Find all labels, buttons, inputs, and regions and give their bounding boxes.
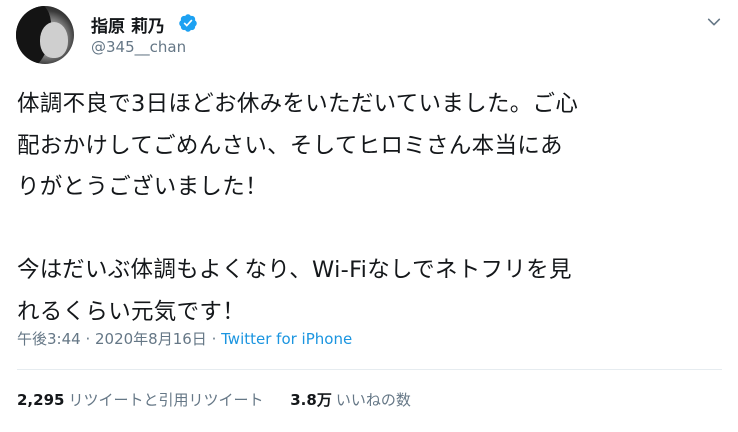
tweet-line: 今はだいぶ体調もよくなり、Wi-Fiなしでネトフリを見 xyxy=(17,257,572,283)
meta-separator: · xyxy=(80,330,95,348)
verified-badge-icon xyxy=(179,14,197,32)
tweet-time[interactable]: 午後3:44 xyxy=(17,330,81,348)
retweets-stat[interactable]: 2,295 リツイートと引用リツイート xyxy=(17,389,263,410)
tweet-paragraph-2: 今はだいぶ体調もよくなり、Wi-Fiなしでネトフリを見 れるくらい元気です！ xyxy=(17,250,729,333)
tweet-line: 配おかけしてごめんさい、そしてヒロミさん本当にあ xyxy=(17,132,563,159)
likes-stat[interactable]: 3.8万 いいねの数 xyxy=(290,389,411,410)
tweet-line: りがとうございました！ xyxy=(17,174,268,200)
tweet-text: 体調不良で3日ほどお休みをいただいていました。ご心 配おかけしてごめんさい、そし… xyxy=(17,84,729,333)
tweet-date[interactable]: 2020年8月16日 xyxy=(95,330,207,348)
display-name[interactable]: 指原 莉乃 xyxy=(91,12,165,37)
tweet-line: 体調不良で3日ほどお休みをいただいていました。ご心 xyxy=(17,91,579,117)
tweet-meta: 午後3:44 · 2020年8月16日 · Twitter for iPhone xyxy=(17,328,352,349)
tweet-card: 指原 莉乃 @345__chan 体調不良で3日ほどお休みをいただいていました。… xyxy=(0,0,738,432)
avatar[interactable] xyxy=(16,6,74,64)
avatar-face xyxy=(40,22,68,58)
tweet-stats: 2,295 リツイートと引用リツイート 3.8万 いいねの数 xyxy=(17,389,411,410)
chevron-down-icon[interactable] xyxy=(706,14,722,30)
retweets-label: リツイートと引用リツイート xyxy=(68,391,264,409)
tweet-line: れるくらい元気です！ xyxy=(17,298,246,325)
handle[interactable]: @345__chan xyxy=(91,38,186,56)
tweet-paragraph-1: 体調不良で3日ほどお休みをいただいていました。ご心 配おかけしてごめんさい、そし… xyxy=(17,84,729,209)
retweets-count: 2,295 xyxy=(17,391,65,409)
likes-label: いいねの数 xyxy=(335,391,411,409)
likes-count: 3.8万 xyxy=(290,391,332,409)
meta-separator: · xyxy=(206,330,222,348)
tweet-source-link[interactable]: Twitter for iPhone xyxy=(221,330,352,348)
divider xyxy=(17,369,722,370)
